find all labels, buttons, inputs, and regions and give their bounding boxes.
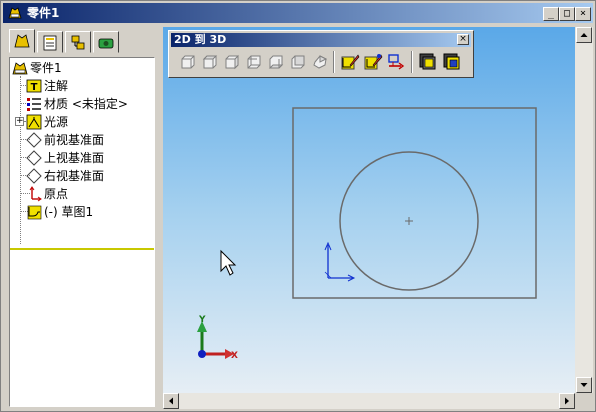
feature-tree-panel: 零件1 T 注解 材质 <未指定> + 光源 前视基准面 上视基准面 右视基准面… xyxy=(5,27,157,409)
scroll-left-button[interactable] xyxy=(163,393,179,409)
back-view-icon[interactable] xyxy=(287,51,309,73)
scroll-up-button[interactable] xyxy=(576,27,592,43)
graphics-area[interactable]: Y X xyxy=(163,27,575,393)
reference-triad-icon: Y X xyxy=(197,315,238,361)
2d-to-3d-toolbar[interactable]: 2D 到 3D × xyxy=(168,30,474,78)
mouse-cursor-icon xyxy=(220,249,237,276)
cut-icon[interactable] xyxy=(441,51,463,73)
plane-icon xyxy=(26,168,42,184)
property-manager-tab-icon xyxy=(43,35,57,51)
material-icon xyxy=(27,98,41,111)
tab-display-manager[interactable] xyxy=(93,31,119,53)
lights-icon xyxy=(26,114,42,130)
create-sketch-from-selections-icon[interactable] xyxy=(339,51,361,73)
left-view-icon[interactable] xyxy=(243,51,265,73)
part-window: 零件1 _ □ × 零件1 T 注解 材质 <未指定> + 光源 前视基准面 上… xyxy=(0,0,596,412)
tab-feature-manager[interactable] xyxy=(9,29,35,53)
scroll-right-button[interactable] xyxy=(559,393,575,409)
extrude-icon[interactable] xyxy=(417,51,439,73)
tab-configuration-manager[interactable] xyxy=(65,31,91,53)
display-manager-tab-icon xyxy=(98,38,114,49)
annotations-icon: T xyxy=(26,79,42,93)
rollback-bar[interactable] xyxy=(10,248,154,250)
expand-toggle[interactable]: + xyxy=(15,117,24,126)
plane-icon xyxy=(26,150,42,166)
part-icon xyxy=(8,7,22,19)
vertical-scrollbar[interactable] xyxy=(575,27,593,393)
part-icon xyxy=(12,62,28,75)
manager-tabs xyxy=(7,29,153,55)
auxiliary-view-icon[interactable] xyxy=(309,51,331,73)
tree-item-label: 原点 xyxy=(44,187,69,201)
feature-tree[interactable]: 零件1 T 注解 材质 <未指定> + 光源 前视基准面 上视基准面 右视基准面… xyxy=(9,57,155,407)
toolbar-close-button[interactable]: × xyxy=(457,34,469,45)
sketch-origin-icon xyxy=(324,241,356,282)
feature-manager-tab-icon xyxy=(14,34,30,48)
toolbar-title[interactable]: 2D 到 3D xyxy=(171,33,471,47)
arrow-up-icon xyxy=(580,33,588,37)
svg-text:T: T xyxy=(31,82,38,93)
right-view-icon[interactable] xyxy=(221,51,243,73)
tree-item-label: 注解 xyxy=(44,79,69,93)
tree-item-label: 材质 <未指定> xyxy=(44,97,128,111)
arrow-down-icon xyxy=(580,383,588,387)
sketch-icon xyxy=(27,205,42,220)
top-view-icon[interactable] xyxy=(199,51,221,73)
bottom-view-icon[interactable] xyxy=(265,51,287,73)
origin-icon xyxy=(29,186,42,202)
window-title: 零件1 xyxy=(27,6,60,20)
horizontal-scrollbar[interactable] xyxy=(163,393,575,409)
tree-guide-line xyxy=(20,76,21,244)
toolbar-separator xyxy=(333,51,335,73)
tree-item-label: 零件1 xyxy=(30,61,62,75)
triad-y-label: Y xyxy=(198,315,206,325)
repair-sketch-icon[interactable] xyxy=(362,51,384,73)
graphics-svg: Y X xyxy=(197,107,537,361)
minimize-button[interactable]: _ xyxy=(543,7,559,21)
tree-item-label: 光源 xyxy=(44,115,69,129)
tree-item-label: 右视基准面 xyxy=(44,169,105,183)
configuration-manager-tab-icon xyxy=(71,35,85,50)
tree-item-label: 上视基准面 xyxy=(44,151,105,165)
maximize-button[interactable]: □ xyxy=(559,7,575,21)
tree-item-label: 前视基准面 xyxy=(44,133,105,147)
sketch-rectangle[interactable] xyxy=(292,107,537,299)
front-view-icon[interactable] xyxy=(177,51,199,73)
tab-property-manager[interactable] xyxy=(37,31,63,53)
toolbar-separator xyxy=(411,51,413,73)
title-bar[interactable]: 零件1 _ □ × xyxy=(3,3,593,23)
scroll-down-button[interactable] xyxy=(576,377,592,393)
scrollbar-corner xyxy=(575,393,593,409)
align-sketch-icon[interactable] xyxy=(385,51,407,73)
arrow-right-icon xyxy=(565,397,569,405)
plane-icon xyxy=(26,132,42,148)
close-button[interactable]: × xyxy=(575,7,591,21)
tree-item-label: (-) 草图1 xyxy=(44,205,94,219)
arrow-left-icon xyxy=(169,397,173,405)
triad-x-label: X xyxy=(231,351,238,361)
